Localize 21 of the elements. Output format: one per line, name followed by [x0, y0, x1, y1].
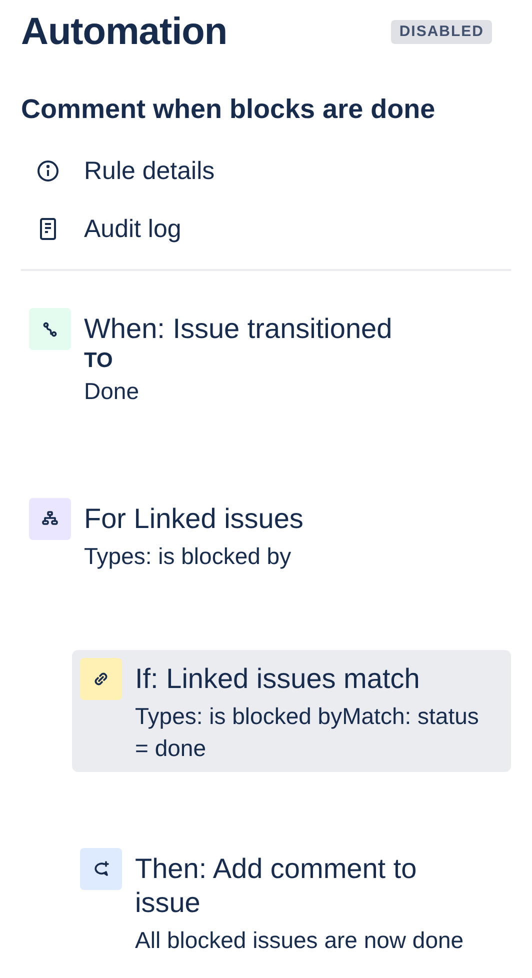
info-icon: [37, 160, 59, 182]
menu-item[interactable]: Rule details: [37, 156, 215, 186]
step-card[interactable]: If: Linked issues match Types: is blocked byMatch: status = done: [72, 650, 511, 772]
menu-item[interactable]: Audit log: [37, 214, 182, 244]
step-title[interactable]: If: Linked issues match: [135, 662, 475, 696]
step-description: Types: is blocked by: [84, 542, 292, 571]
hierarchy-icon: [29, 498, 71, 540]
path-icon: [29, 308, 71, 350]
step-description: All blocked issues are now done: [135, 926, 465, 955]
field-value: Done: [84, 377, 140, 406]
step-description: Types: is blocked byMatch: status = done: [135, 702, 480, 763]
comment-icon: [80, 848, 122, 890]
document-icon: [37, 217, 59, 241]
step-title[interactable]: Then: Add comment to issue: [135, 852, 475, 920]
page-title: Automation: [21, 10, 228, 55]
status-badge: DISABLED: [391, 20, 492, 44]
link-icon: [80, 658, 122, 700]
step-title[interactable]: When: Issue transitioned: [84, 312, 392, 346]
step-title[interactable]: For Linked issues: [84, 502, 304, 536]
field-label: TO: [84, 348, 114, 374]
rule-name: Comment when blocks are done: [21, 93, 436, 125]
